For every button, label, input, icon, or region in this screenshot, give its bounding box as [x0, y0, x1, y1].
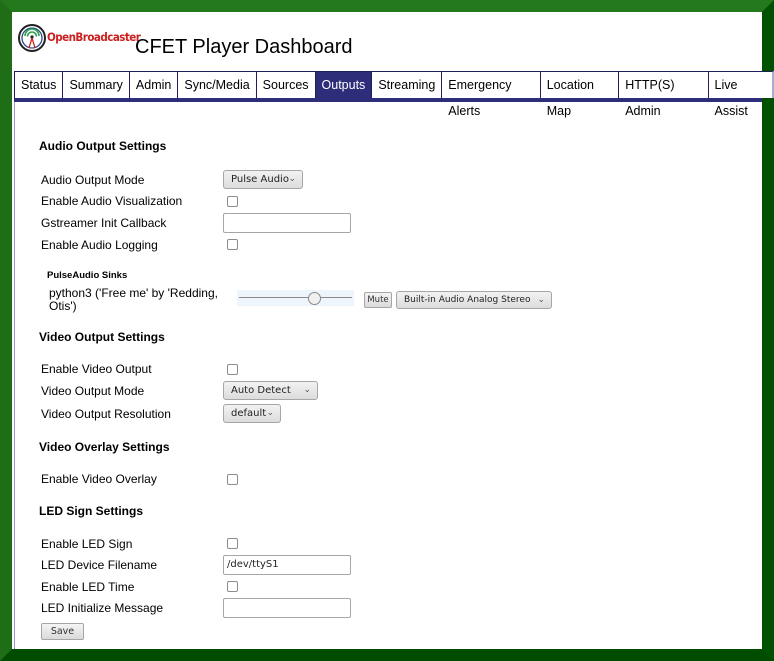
- tab-bar: Status Summary Admin Sync/Media Sources Outpu…: [14, 71, 774, 118]
- brand-name: OpenBroadcaster: [47, 30, 141, 44]
- radio-tower-icon: [18, 24, 46, 52]
- audio-output-mode-value: Pulse Audio: [231, 174, 289, 185]
- led-time-enable-label: Enable LED Time: [41, 580, 135, 594]
- audio-output-mode-label: Audio Output Mode: [41, 173, 145, 187]
- gstreamer-callback-input[interactable]: [223, 213, 351, 233]
- gstreamer-callback-label: Gstreamer Init Callback: [41, 216, 167, 230]
- sink-name: python3 ('Free me' by 'Redding, Otis'): [49, 287, 218, 313]
- video-output-mode-label: Video Output Mode: [41, 384, 145, 398]
- video-output-resolution-value: default: [231, 408, 267, 419]
- audio-output-mode-select[interactable]: Pulse Audio ⌄: [223, 170, 303, 189]
- tab-admin[interactable]: Admin: [129, 71, 179, 98]
- led-sign-heading: LED Sign Settings: [39, 504, 144, 518]
- sink-volume-slider[interactable]: [237, 290, 354, 306]
- audio-visualization-checkbox[interactable]: [227, 196, 238, 207]
- chevron-down-icon: ⌄: [303, 385, 311, 395]
- slider-track: [239, 297, 352, 298]
- tab-sources[interactable]: Sources: [256, 71, 316, 98]
- video-output-mode-value: Auto Detect: [231, 385, 291, 396]
- chevron-down-icon: ⌄: [288, 174, 296, 184]
- video-output-heading: Video Output Settings: [39, 330, 165, 344]
- audio-logging-checkbox[interactable]: [227, 239, 238, 250]
- tab-status[interactable]: Status: [15, 71, 64, 98]
- led-init-message-label: LED Initialize Message: [41, 601, 164, 615]
- audio-logging-label: Enable Audio Logging: [41, 238, 158, 252]
- tab-streaming[interactable]: Streaming: [372, 71, 443, 98]
- led-device-filename-input[interactable]: /dev/ttyS1: [223, 555, 351, 575]
- chevron-down-icon: ⌄: [266, 408, 274, 418]
- led-time-enable-checkbox[interactable]: [227, 581, 238, 592]
- led-sign-enable-checkbox[interactable]: [227, 538, 238, 549]
- tab-emergency-alerts[interactable]: Emergency Alerts: [442, 71, 541, 118]
- video-output-enable-checkbox[interactable]: [227, 364, 238, 375]
- header: OpenBroadcaster CFET Player Dashboard: [14, 22, 754, 62]
- tab-summary[interactable]: Summary: [63, 71, 130, 98]
- audio-output-heading: Audio Output Settings: [39, 139, 167, 153]
- sink-name-line2: Otis'): [49, 299, 77, 313]
- pulseaudio-sinks-heading: PulseAudio Sinks: [47, 270, 128, 281]
- tab-location-map[interactable]: Location Map: [540, 71, 620, 118]
- tab-http-s-admin[interactable]: HTTP(S) Admin: [619, 71, 709, 118]
- page-title: CFET Player Dashboard: [135, 36, 353, 58]
- video-overlay-heading: Video Overlay Settings: [39, 440, 170, 454]
- sink-device-value: Built-in Audio Analog Stereo: [404, 295, 531, 305]
- video-output-resolution-select[interactable]: default ⌄: [223, 404, 281, 423]
- save-button[interactable]: Save: [41, 623, 84, 640]
- tab-live-assist[interactable]: Live Assist: [708, 71, 774, 118]
- led-device-filename-label: LED Device Filename: [41, 558, 158, 572]
- tab-outputs[interactable]: Outputs: [315, 71, 373, 98]
- sink-name-line1: python3 ('Free me' by 'Redding,: [49, 286, 218, 300]
- mute-button[interactable]: Mute: [364, 292, 392, 308]
- video-output-resolution-label: Video Output Resolution: [41, 407, 171, 421]
- sink-device-select[interactable]: Built-in Audio Analog Stereo ⌄: [396, 291, 552, 309]
- led-sign-enable-label: Enable LED Sign: [41, 537, 133, 551]
- video-output-mode-select[interactable]: Auto Detect ⌄: [223, 381, 318, 400]
- chevron-down-icon: ⌄: [537, 295, 545, 305]
- video-overlay-enable-label: Enable Video Overlay: [41, 472, 157, 486]
- audio-visualization-label: Enable Audio Visualization: [41, 194, 183, 208]
- led-init-message-input[interactable]: [223, 598, 351, 618]
- video-overlay-enable-checkbox[interactable]: [227, 474, 238, 485]
- video-output-enable-label: Enable Video Output: [41, 362, 152, 376]
- slider-thumb[interactable]: [308, 292, 322, 305]
- tab-sync-media[interactable]: Sync/Media: [178, 71, 257, 98]
